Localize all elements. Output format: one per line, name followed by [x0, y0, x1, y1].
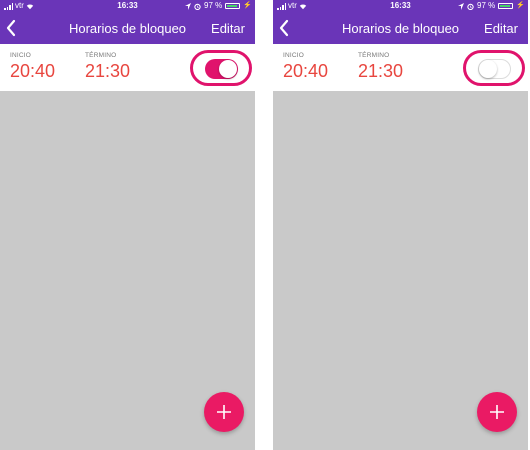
highlight-ring — [190, 50, 252, 86]
nav-bar: Horarios de bloqueo Editar — [273, 12, 528, 44]
battery-icon — [225, 3, 241, 9]
schedule-row[interactable]: INICIO 20:40 TÉRMINO 21:30 — [273, 44, 528, 91]
toggle-knob — [219, 60, 237, 78]
schedule-toggle[interactable] — [205, 59, 238, 79]
status-bar: vtr 16:33 97 % ⚡ — [273, 0, 528, 12]
location-icon — [458, 2, 465, 10]
end-label: TÉRMINO — [85, 52, 117, 59]
toggle-knob — [479, 60, 497, 78]
battery-percent: 97 % — [477, 1, 496, 10]
battery-percent: 97 % — [204, 1, 223, 10]
start-time: 20:40 — [283, 61, 329, 81]
plus-icon — [490, 405, 504, 419]
add-schedule-button[interactable] — [477, 392, 517, 432]
end-label: TÉRMINO — [358, 52, 390, 59]
start-label: INICIO — [283, 52, 305, 59]
start-column: INICIO 20:40 — [10, 52, 55, 82]
alarm-icon — [467, 3, 474, 10]
edit-button[interactable]: Editar — [211, 21, 245, 36]
add-schedule-button[interactable] — [204, 392, 244, 432]
end-time: 21:30 — [358, 61, 404, 81]
end-column: TÉRMINO 21:30 — [358, 52, 403, 82]
status-right: 97 % ⚡ — [185, 0, 252, 12]
end-time: 21:30 — [85, 61, 131, 81]
edit-button[interactable]: Editar — [484, 21, 518, 36]
location-icon — [185, 2, 192, 10]
end-column: TÉRMINO 21:30 — [85, 52, 130, 82]
charging-icon: ⚡ — [516, 2, 525, 9]
charging-icon: ⚡ — [243, 2, 252, 9]
schedule-toggle[interactable] — [478, 59, 511, 79]
battery-icon — [498, 3, 514, 9]
status-bar: vtr 16:33 97 % ⚡ — [0, 0, 255, 12]
highlight-ring — [463, 50, 525, 86]
start-time: 20:40 — [10, 61, 56, 81]
nav-bar: Horarios de bloqueo Editar — [0, 12, 255, 44]
phone-screen-toggle-off: vtr 16:33 97 % ⚡ Horarios de bloqueo Edi… — [273, 0, 528, 450]
status-right: 97 % ⚡ — [458, 0, 525, 12]
plus-icon — [217, 405, 231, 419]
alarm-icon — [194, 3, 201, 10]
phone-screen-toggle-on: vtr 16:33 97 % ⚡ Horarios de bloqueo Edi… — [0, 0, 255, 450]
schedule-row[interactable]: INICIO 20:40 TÉRMINO 21:30 — [0, 44, 255, 91]
start-column: INICIO 20:40 — [283, 52, 328, 82]
start-label: INICIO — [10, 52, 32, 59]
